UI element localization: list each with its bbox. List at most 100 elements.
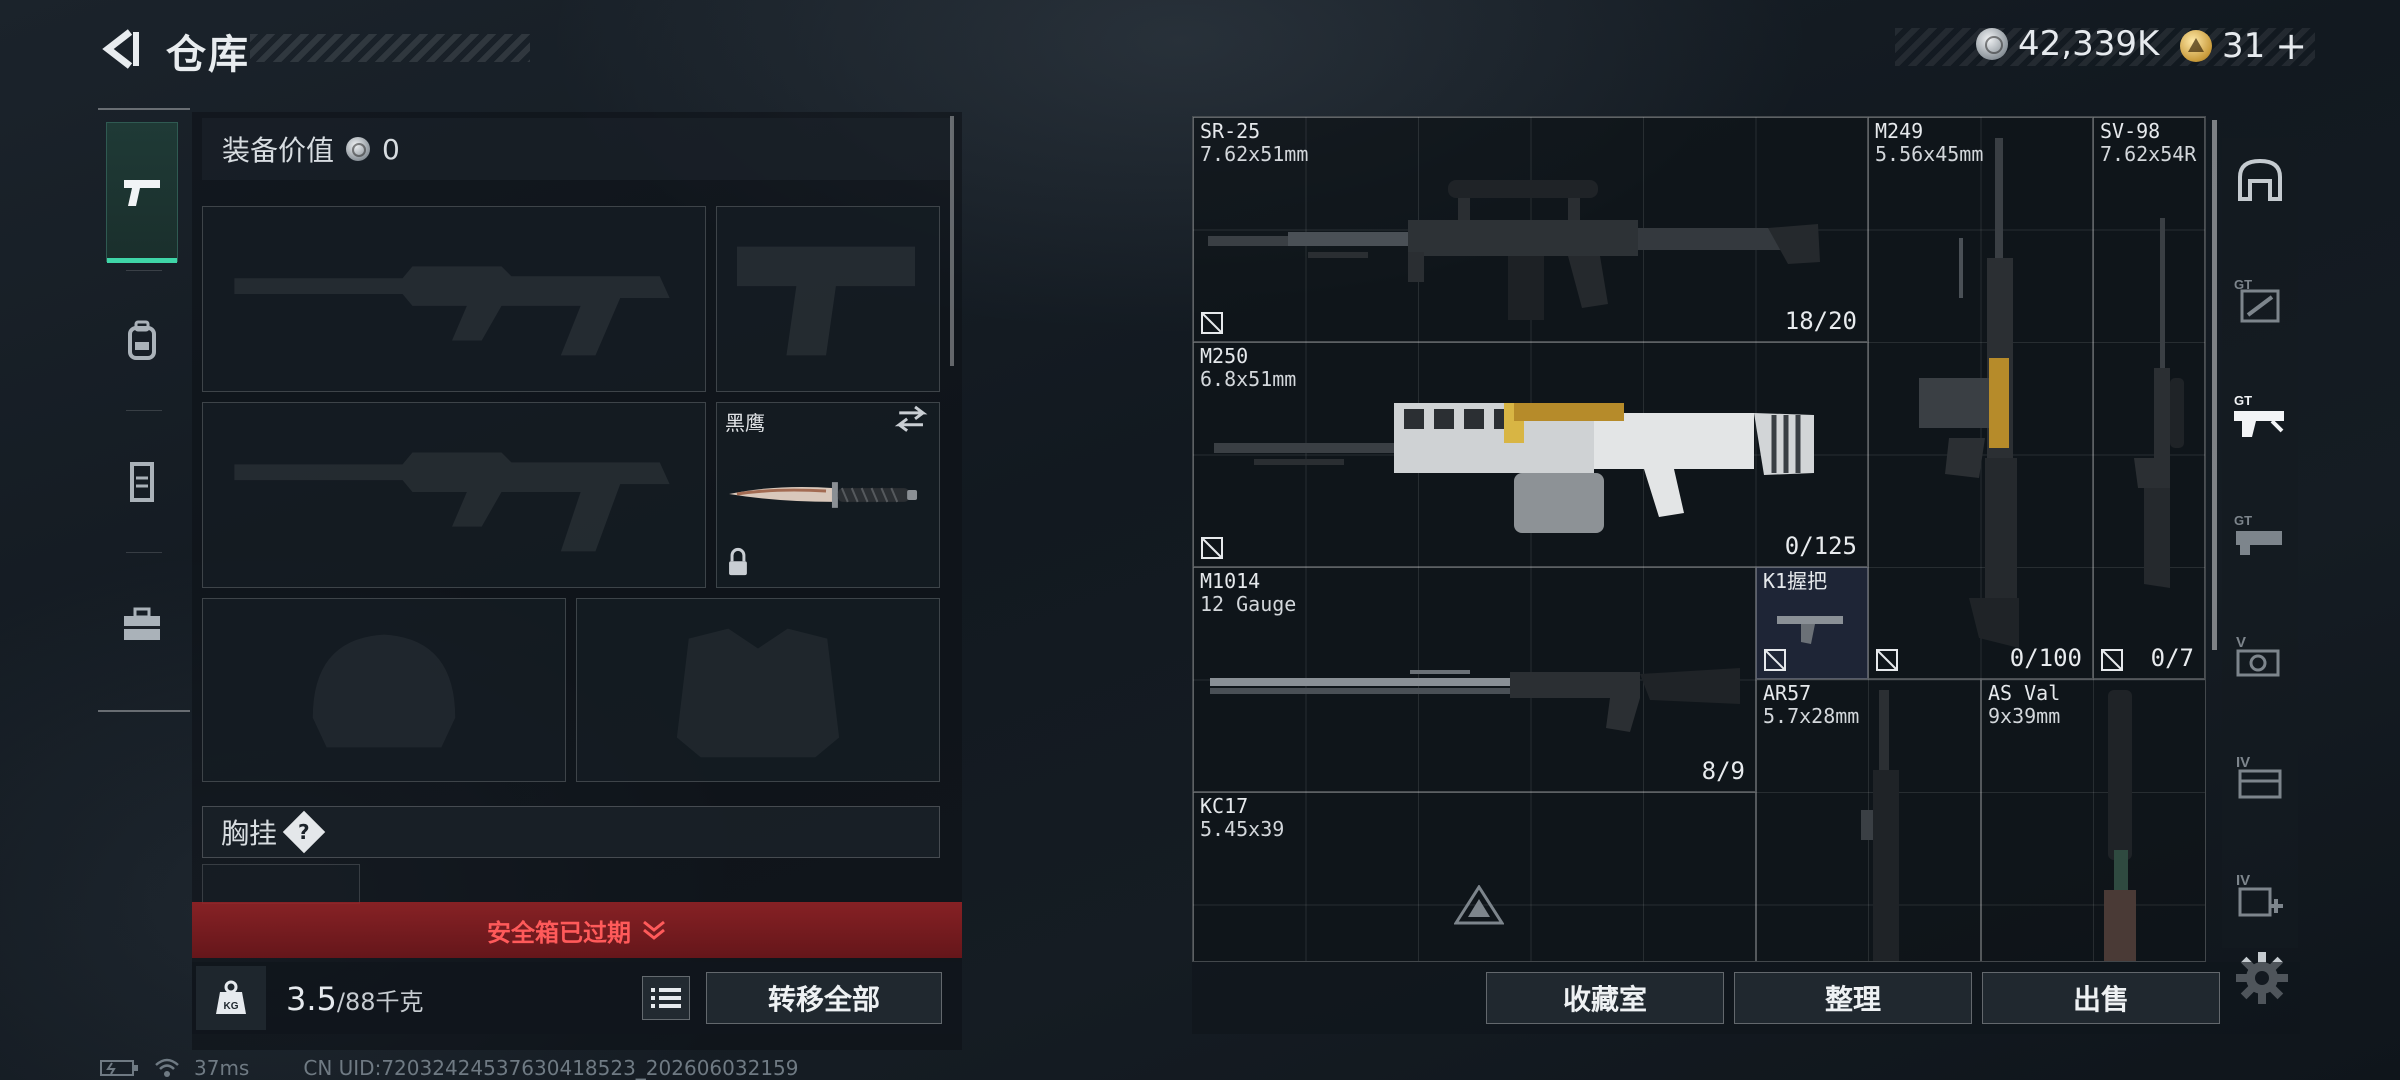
stash-item-m250[interactable]: M250 6.8x51mm 0/125	[1193, 342, 1868, 567]
iv-filter-icon: IV	[2236, 754, 2282, 799]
item-name: AS Val	[1988, 681, 2061, 705]
item-caliber: 12 Gauge	[1200, 592, 1297, 616]
filter-gt-ammo[interactable]: GT	[2228, 504, 2292, 568]
helmet-filter-icon	[2238, 158, 2282, 201]
rifle-silhouette-icon	[234, 266, 670, 356]
equipment-scrollbar[interactable]	[950, 116, 954, 366]
battery-icon	[100, 1060, 138, 1076]
svg-text:V: V	[2236, 634, 2246, 651]
item-caliber: 5.45x39	[1200, 817, 1285, 841]
tab-weapons[interactable]	[106, 122, 178, 263]
tab-divider	[126, 410, 162, 411]
weight-kg-icon: KG	[216, 980, 246, 1014]
sell-button[interactable]: 出售	[1982, 972, 2220, 1024]
svg-text:GT: GT	[2234, 393, 2252, 408]
stash-item-sv98[interactable]: SV-98 7.62x54R 0/7	[2093, 117, 2205, 679]
chest-rig-header: 胸挂 ?	[202, 806, 940, 858]
equipment-value-label: 装备价值	[222, 134, 335, 167]
item-ammo: 8/9	[1701, 757, 1745, 785]
filter-helmet[interactable]	[2228, 148, 2292, 212]
silver-coin-icon	[1976, 28, 2008, 60]
organize-button[interactable]: 整理	[1734, 972, 1972, 1024]
help-icon[interactable]: ?	[282, 810, 326, 854]
stash-scrollbar[interactable]	[2212, 120, 2217, 650]
back-arrow-icon	[102, 29, 139, 69]
sr25-rifle-icon	[1208, 180, 1820, 320]
gt-ammo-filter-icon: GT	[2234, 513, 2282, 555]
pistol-icon	[124, 180, 160, 206]
tab-backpack[interactable]	[106, 272, 178, 412]
safebox-expired-banner[interactable]: 安全箱已过期	[192, 902, 962, 958]
stash-item-m1014[interactable]: M1014 12 Gauge 8/9	[1193, 567, 1756, 792]
list-view-button[interactable]	[642, 976, 690, 1020]
filter-iv-plus[interactable]: IV	[2228, 862, 2292, 926]
m250-mg-icon	[1214, 403, 1814, 533]
lock-icon	[729, 547, 747, 576]
primary-weapon-slot[interactable]	[202, 206, 706, 392]
tab-divider	[126, 270, 162, 271]
svg-text:KG: KG	[224, 1001, 239, 1012]
grip-icon	[1777, 616, 1843, 644]
add-gold-icon[interactable]: +	[2275, 24, 2307, 68]
item-name: M1014	[1200, 569, 1261, 593]
item-ammo: 18/20	[1784, 307, 1857, 335]
tab-toolbox[interactable]	[106, 554, 178, 694]
stash-item-sr25[interactable]: SR-25 7.62x51mm 18/20	[1193, 117, 1868, 342]
secondary-weapon-slot[interactable]	[202, 402, 706, 588]
gold-coin-icon	[2180, 30, 2212, 62]
carry-weight: 3.5/88千克	[286, 980, 424, 1018]
list-icon	[651, 988, 681, 1008]
tab-divider	[126, 552, 162, 553]
m1014-shotgun-icon	[1210, 668, 1740, 732]
wifi-icon	[155, 1058, 179, 1077]
filter-iv[interactable]: IV	[2228, 744, 2292, 808]
filter-gt-rifle[interactable]: GT	[2228, 384, 2292, 448]
helmet-silhouette-icon	[312, 634, 456, 748]
item-ammo: 0/100	[2009, 644, 2082, 672]
filter-gt-weapon[interactable]: GT	[2228, 268, 2292, 332]
chest-rig-label: 胸挂	[221, 817, 278, 850]
no-insure-icon	[1764, 649, 1786, 671]
stash-item-ar57[interactable]: AR57 5.7x28mm	[1756, 679, 1981, 961]
filter-v[interactable]: V	[2228, 624, 2292, 688]
item-name: AR57	[1763, 681, 1812, 705]
collection-room-button[interactable]: 收藏室	[1486, 972, 1724, 1024]
chest-rig-slot[interactable]	[202, 864, 360, 904]
silver-amount: 42,339K	[2018, 24, 2160, 64]
help-icon-symbol: ?	[298, 819, 310, 844]
stash-item-kc17[interactable]: KC17 5.45x39	[1193, 792, 1756, 961]
no-insure-icon	[2101, 649, 2123, 671]
swap-icon	[894, 405, 928, 432]
stash-item-as-val[interactable]: AS Val 9x39mm	[1981, 679, 2205, 961]
category-tabs	[98, 108, 190, 712]
carry-weight-current: 3.5	[286, 980, 337, 1018]
uid-text: CN UID:720324245376304185​23_20260603215…	[303, 1056, 799, 1080]
backpack-icon	[128, 320, 156, 360]
pistol-silhouette-icon	[736, 246, 916, 356]
gt-weapon-filter-icon: GT	[2234, 277, 2280, 323]
toolbox-icon	[124, 607, 160, 640]
m249-mg-icon	[1919, 138, 2019, 648]
gold-currency[interactable]: 31 +	[2180, 24, 2307, 68]
item-ammo: 0/7	[2150, 644, 2194, 672]
svg-text:IV: IV	[2236, 754, 2250, 771]
no-insure-icon	[1201, 537, 1223, 559]
gt-rifle-filter-icon: GT	[2234, 393, 2284, 437]
item-caliber: 5.7x28mm	[1763, 704, 1860, 728]
helmet-slot[interactable]	[202, 598, 566, 782]
stash-item-k1-grip[interactable]: K1握把	[1756, 567, 1868, 679]
tab-vest[interactable]	[106, 412, 178, 552]
armor-silhouette-icon	[676, 628, 840, 758]
ping-text: 37ms	[194, 1056, 250, 1080]
stash-item-m249[interactable]: M249 5.56x45mm 0/100	[1868, 117, 2093, 679]
svg-text:IV: IV	[2236, 872, 2250, 889]
melee-slot[interactable]: 黑鹰	[716, 402, 940, 588]
armor-slot[interactable]	[576, 598, 940, 782]
no-insure-icon	[1201, 312, 1223, 334]
transfer-all-button[interactable]: 转移全部	[706, 972, 942, 1024]
back-button[interactable]	[96, 22, 150, 76]
iv-plus-filter-icon: IV	[2236, 872, 2283, 917]
silver-coin-icon	[346, 137, 371, 161]
pistol-slot[interactable]	[716, 206, 940, 392]
knife-icon	[729, 405, 928, 576]
